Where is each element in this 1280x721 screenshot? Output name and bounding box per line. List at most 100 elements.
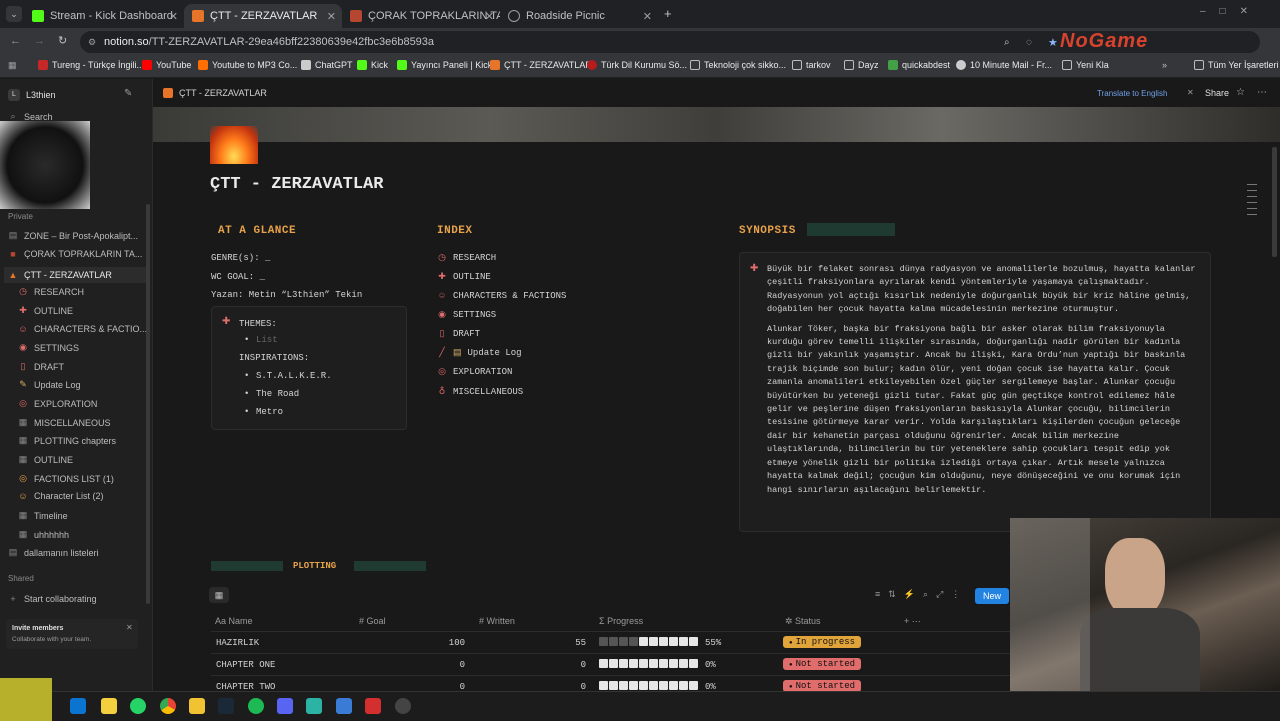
written-cell[interactable]: 55 [531,638,586,648]
app-icon[interactable] [336,698,352,714]
sidebar-item-misc[interactable]: ▦ MISCELLANEOUS [18,417,152,428]
app-icon[interactable] [306,698,322,714]
back-icon[interactable]: ← [10,35,21,47]
index-link-research[interactable]: ◷ RESEARCH [437,253,496,263]
invite-members-card[interactable]: Invite members Collaborate with your tea… [6,619,138,649]
more-options-icon[interactable]: ⋯ [1257,87,1267,98]
close-icon[interactable]: ✕ [485,10,494,23]
search-icon[interactable]: ⌕ [923,589,928,600]
acrobat-icon[interactable] [365,698,381,714]
progress-text[interactable]: 0% [705,682,716,691]
share-button[interactable]: Share [1205,88,1229,98]
column-header-progress[interactable]: Σ Progress [599,616,643,626]
sidebar-item-factions-list[interactable]: ◎ FACTIONS LIST (1) [18,473,152,484]
close-icon[interactable]: ✕ [643,10,652,23]
tab-roadside-picnic[interactable]: Roadside Picnic ✕ [500,4,658,28]
close-icon[interactable]: ✕ [327,10,336,23]
site-info-icon[interactable]: ⚙ [88,37,96,48]
add-property-icon[interactable]: + ⋯ [904,616,921,627]
name-cell[interactable]: HAZIRLIK [216,638,259,648]
column-header-status[interactable]: ✲ Status [785,616,821,627]
index-link-characters[interactable]: ☺ CHARACTERS & FACTIONS [437,291,566,301]
automation-icon[interactable]: ⚡ [904,589,915,600]
status-badge[interactable]: ● Not started [783,680,862,691]
progress-text[interactable]: 0% [705,660,716,670]
table-of-contents-lines[interactable] [1247,179,1257,239]
sidebar-item-ctt[interactable]: ▲ ÇTT - ZERZAVATLAR [4,267,148,283]
table-row[interactable]: CHAPTER TWO 0 0 0% ● Not started [211,675,1011,691]
sidebar-item-exploration[interactable]: ◎ EXPLORATION [18,398,152,409]
settings-icon[interactable]: ⋮ [951,589,960,600]
sidebar-item-uhhhhhh[interactable]: ▦ uhhhhhh [18,529,152,540]
name-cell[interactable]: CHAPTER ONE [216,660,275,670]
bookmark-item[interactable]: Youtube to MP3 Co... [198,60,297,70]
bookmark-item[interactable]: Türk Dil Kurumu Sö... [587,60,687,70]
bookmark-item[interactable]: quickabdest [888,60,950,70]
eye-off-icon[interactable]: ◌ [1026,37,1032,48]
new-tab-icon[interactable]: + [664,6,672,21]
forward-icon[interactable]: → [34,35,45,47]
page-title[interactable]: ÇTT - ZERZAVATLAR [210,175,383,194]
bookmark-item[interactable]: YouTube [142,60,191,70]
progress-bar[interactable] [599,681,698,690]
column-header-goal[interactable]: # Goal [359,616,386,626]
progress-bar[interactable] [599,659,698,668]
sidebar-item-update-log[interactable]: ✎ Update Log [18,379,152,390]
progress-bar[interactable] [599,637,698,646]
sidebar-item-characters[interactable]: ☺ CHARACTERS & FACTIO... [18,324,152,334]
tab-kick-dashboard[interactable]: Stream - Kick Dashboard ✕ [24,4,184,28]
status-badge[interactable]: ● Not started [783,658,862,670]
chrome-icon[interactable] [160,698,176,714]
whatsapp-icon[interactable] [130,698,146,714]
written-cell[interactable]: 0 [531,682,586,691]
obs-icon[interactable] [395,698,411,714]
reload-icon[interactable]: ↻ [58,34,67,47]
index-link-exploration[interactable]: ◎ EXPLORATION [437,367,512,377]
close-icon[interactable]: ✕ [126,623,133,632]
close-icon[interactable]: ✕ [169,10,178,23]
steam-icon[interactable] [218,698,234,714]
index-link-settings[interactable]: ◉ SETTINGS [437,310,496,320]
new-page-icon[interactable]: ✎ [124,88,132,99]
bookmark-folder[interactable]: Dayz [844,60,879,70]
close-icon[interactable]: ✕ [1187,88,1194,97]
sidebar-item-dallamanin[interactable]: ▤ dallamanın listeleri [8,547,148,558]
sidebar-item-outline-db[interactable]: ▦ OUTLINE [18,454,152,465]
index-link-outline[interactable]: ✚ OUTLINE [437,272,491,282]
status-badge[interactable]: ● In progress [783,636,862,648]
new-row-button[interactable]: New [975,588,1010,604]
bookmark-item[interactable]: 10 Minute Mail - Fr... [956,60,1052,70]
tab-ctt-zerzavatlar[interactable]: ÇTT - ZERZAVATLAR ✕ [184,4,342,28]
index-link-misc[interactable]: ♁ MISCELLANEOUS [437,387,524,397]
goal-cell[interactable]: 0 [411,660,465,670]
table-row[interactable]: CHAPTER ONE 0 0 0% ● Not started [211,653,1011,675]
sidebar-item-research[interactable]: ◷ RESEARCH [18,286,152,297]
favorite-star-icon[interactable]: ☆ [1236,87,1245,98]
goal-cell[interactable]: 100 [411,638,465,648]
goal-cell[interactable]: 0 [411,682,465,691]
name-cell[interactable]: CHAPTER TWO [216,682,275,691]
sidebar-item-corak[interactable]: ■ ÇORAK TOPRAKLARIN TA... [8,249,148,259]
apps-icon[interactable]: ▦ [8,60,17,71]
column-header-written[interactable]: # Written [479,616,515,626]
index-link-update-log[interactable]: ╱ ▤ Update Log [437,348,521,358]
bookmark-folder[interactable]: Tüm Yer İşaretleri [1194,60,1279,70]
index-link-draft[interactable]: ▯ DRAFT [437,329,481,339]
bookmark-folder[interactable]: Teknoloji çok sikko... [690,60,786,70]
discord-icon[interactable] [277,698,293,714]
sidebar-item-timeline[interactable]: ▦ Timeline [18,510,152,521]
more-bookmarks-icon[interactable]: » [1162,60,1167,70]
filter-icon[interactable]: ≡ [875,589,880,600]
bookmark-item[interactable]: ChatGPT [301,60,353,70]
bookmark-folder[interactable]: Yeni Kla [1062,60,1138,70]
sidebar-item-draft[interactable]: ▯ DRAFT [18,361,152,372]
sidebar-item-outline[interactable]: ✚ OUTLINE [18,305,152,316]
sort-icon[interactable]: ⇅ [888,589,896,600]
fire-icon[interactable] [210,126,258,164]
sidebar-scrollbar[interactable] [146,204,150,604]
sidebar-item-plotting-chapters[interactable]: ▦ PLOTTING chapters [18,435,152,446]
file-explorer-icon[interactable] [101,698,117,714]
written-cell[interactable]: 0 [531,660,586,670]
bookmark-item[interactable]: Kick [357,60,388,70]
bookmark-item[interactable]: Tureng - Türkçe İngili... [38,60,144,70]
